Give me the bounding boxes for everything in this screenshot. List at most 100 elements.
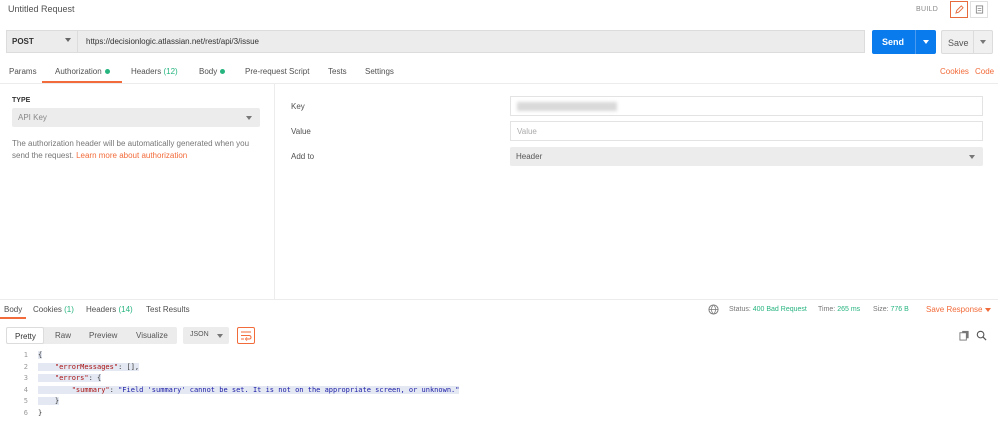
tab-count: (1)	[64, 305, 74, 314]
code-text: }	[38, 409, 43, 417]
status-info: Status: 400 Bad Request	[729, 306, 807, 313]
value-label: Value	[291, 127, 311, 136]
search-icon[interactable]	[976, 330, 987, 343]
response-tab-cookies[interactable]: Cookies (1)	[33, 305, 74, 314]
code-link[interactable]: Code	[975, 67, 994, 76]
code-line: "errors": {	[38, 374, 102, 382]
language-select[interactable]: JSON	[183, 327, 229, 344]
status-label: Status:	[729, 306, 751, 313]
size-label: Size:	[873, 306, 889, 313]
time-info: Time: 265 ms	[818, 306, 860, 313]
code-line: "errorMessages": [],	[38, 363, 140, 371]
tab-params[interactable]: Params	[9, 67, 37, 76]
edit-mode-button[interactable]	[950, 1, 968, 18]
line-number: 6	[23, 409, 28, 417]
chevron-down-icon[interactable]	[923, 40, 929, 44]
response-tab-headers[interactable]: Headers (14)	[86, 305, 133, 314]
time-value: 265 ms	[837, 306, 861, 313]
globe-icon[interactable]	[708, 304, 719, 317]
chevron-down-icon[interactable]	[985, 308, 991, 312]
visualize-button[interactable]: Visualize	[136, 331, 168, 340]
method-value: POST	[12, 37, 34, 46]
active-dot-icon	[220, 69, 226, 75]
tab-headers[interactable]: Headers (12)	[131, 67, 178, 76]
tab-label: Body	[199, 67, 218, 76]
time-label: Time:	[818, 306, 836, 313]
chevron-down-icon[interactable]	[980, 40, 986, 44]
tab-count: (12)	[163, 67, 178, 76]
chevron-down-icon	[217, 334, 223, 338]
line-number: 3	[23, 374, 28, 382]
pretty-button[interactable]: Pretty	[6, 327, 44, 344]
code-text: {	[38, 351, 43, 359]
request-title[interactable]: Untitled Request	[8, 4, 75, 14]
tab-label: Test Results	[146, 305, 190, 314]
method-select[interactable]: POST	[6, 30, 78, 53]
url-input[interactable]: https://decisionlogic.atlassian.net/rest…	[86, 37, 259, 46]
save-label: Save	[948, 38, 969, 48]
size-value: 776 B	[890, 306, 909, 313]
code-text: :	[109, 386, 119, 394]
copy-icon[interactable]	[959, 330, 970, 343]
save-divider	[973, 31, 974, 53]
json-key: "errorMessages"	[54, 363, 119, 371]
value-input[interactable]: Value	[510, 121, 983, 141]
code-text: : {	[88, 374, 102, 382]
cookies-link[interactable]: Cookies	[940, 67, 969, 76]
save-response-button[interactable]: Save Response	[926, 305, 982, 314]
line-number: 2	[23, 363, 28, 371]
chevron-down-icon	[246, 116, 252, 120]
tab-tests[interactable]: Tests	[328, 67, 347, 76]
active-dot-icon	[104, 69, 110, 75]
line-number: 4	[23, 386, 28, 394]
tab-label: Settings	[365, 67, 394, 76]
status-value: 400 Bad Request	[752, 306, 807, 313]
size-info: Size: 776 B	[873, 306, 909, 313]
wrap-lines-button[interactable]	[237, 327, 255, 344]
tab-label: Tests	[328, 67, 347, 76]
active-tab-indicator	[0, 317, 26, 319]
auth-note: The authorization header will be automat…	[12, 138, 262, 162]
response-tab-body[interactable]: Body	[4, 305, 22, 314]
language-value: JSON	[190, 331, 209, 338]
code-line: {	[38, 351, 43, 359]
learn-more-link[interactable]: Learn more about authorization	[76, 151, 187, 160]
raw-button[interactable]: Raw	[55, 331, 71, 340]
auth-type-select[interactable]: API Key	[12, 108, 260, 127]
json-key: "summary"	[71, 386, 110, 394]
tab-label: Pre-request Script	[245, 67, 310, 76]
code-text: : [],	[118, 363, 140, 371]
tab-authorization[interactable]: Authorization	[55, 67, 110, 76]
key-input[interactable]	[510, 96, 983, 116]
code-line: }	[38, 397, 60, 405]
preview-button[interactable]: Preview	[89, 331, 117, 340]
chevron-down-icon	[969, 155, 975, 159]
document-icon	[975, 5, 983, 14]
add-to-label: Add to	[291, 152, 315, 161]
tab-pre-request-script[interactable]: Pre-request Script	[245, 67, 309, 76]
code-line: "summary": "Field 'summary' cannot be se…	[38, 386, 460, 394]
divider	[0, 299, 998, 300]
format-toggle: Pretty Raw Preview Visualize	[6, 327, 177, 344]
send-button[interactable]: Send	[872, 30, 936, 54]
key-label: Key	[291, 102, 305, 111]
json-string: "Field 'summary' cannot be set. It is no…	[118, 386, 460, 394]
value-placeholder: Value	[517, 127, 537, 136]
code-line: }	[38, 409, 42, 417]
tab-label: Authorization	[55, 67, 102, 76]
pretty-label: Pretty	[15, 332, 36, 341]
tab-label: Cookies	[33, 305, 62, 314]
tab-label: Headers	[131, 67, 162, 76]
divider	[0, 83, 998, 84]
tab-settings[interactable]: Settings	[365, 67, 394, 76]
documentation-button[interactable]	[970, 1, 988, 18]
pencil-icon	[954, 5, 964, 14]
response-tab-test-results[interactable]: Test Results	[146, 305, 190, 314]
type-label: TYPE	[12, 97, 31, 104]
auth-type-value: API Key	[18, 113, 47, 122]
divider	[274, 84, 275, 300]
tab-body[interactable]: Body	[199, 67, 226, 76]
add-to-select[interactable]: Header	[510, 147, 983, 166]
send-divider	[915, 30, 916, 54]
save-button[interactable]: Save	[941, 30, 993, 54]
